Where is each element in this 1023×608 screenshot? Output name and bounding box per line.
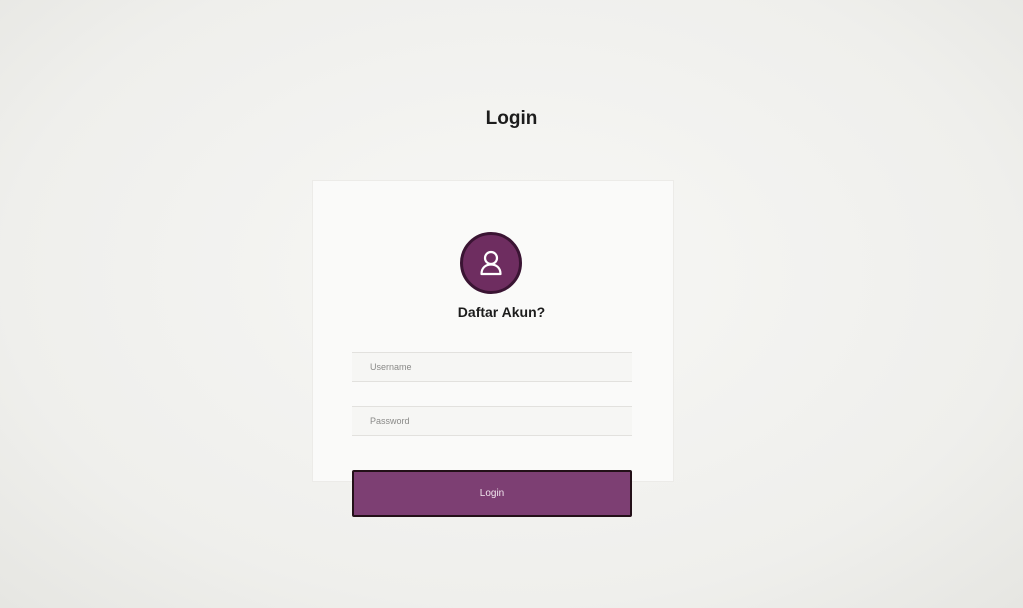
- username-input[interactable]: [352, 352, 632, 382]
- page-title: Login: [485, 108, 538, 129]
- password-input[interactable]: [352, 406, 632, 436]
- login-button[interactable]: Login: [352, 470, 632, 517]
- login-card: [312, 180, 674, 482]
- avatar: [460, 232, 522, 294]
- user-icon: [480, 250, 502, 276]
- login-page: Login Daftar Akun? Login: [0, 0, 1023, 608]
- register-link[interactable]: Daftar Akun?: [0, 304, 1003, 320]
